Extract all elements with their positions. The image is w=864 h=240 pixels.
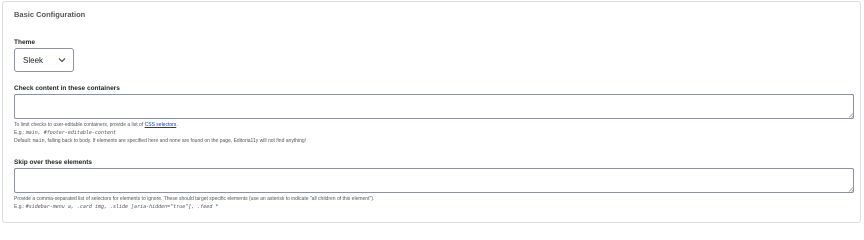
theme-select[interactable]: Sleek [14,48,74,72]
skip-elements-description: Provide a comma-separated list of select… [14,196,375,202]
skip-elements-label: Skip over these elements [14,159,93,166]
skip-elements-textarea[interactable] [14,168,854,193]
chevron-down-icon [58,58,66,63]
skip-elements-example: E.g.: #sidebar-menu a, .card img, .slide… [14,204,218,210]
example-prefix: E.g.: [14,130,26,136]
resize-grip-icon[interactable] [848,186,854,192]
basic-configuration-panel: Basic Configuration Theme Sleek Check co… [2,1,861,223]
example-prefix: E.g.: [14,204,26,210]
check-containers-label: Check content in these containers [14,85,120,92]
css-selectors-link[interactable]: CSS selectors [145,122,177,128]
check-containers-textarea[interactable] [14,94,854,119]
default-prefix: Default: [14,138,33,144]
theme-label: Theme [14,39,35,46]
description-text: To limit checks to user-editable contain… [14,122,145,128]
theme-select-value: Sleek [23,56,44,65]
example-code: main, #footer-editable-content [25,130,116,136]
resize-grip-icon[interactable] [848,112,854,118]
default-code: main [32,138,45,144]
section-title: Basic Configuration [14,10,86,19]
check-containers-example: E.g.: main, #footer-editable-content [14,130,116,136]
description-text: . [176,122,178,128]
example-code: #sidebar-menu a, .card img, .slide [aria… [25,204,219,210]
check-containers-default: Default: main, falling back to body. If … [14,138,306,144]
default-text: , falling back to body. If elements are … [44,138,307,144]
check-containers-description: To limit checks to user-editable contain… [14,122,178,128]
